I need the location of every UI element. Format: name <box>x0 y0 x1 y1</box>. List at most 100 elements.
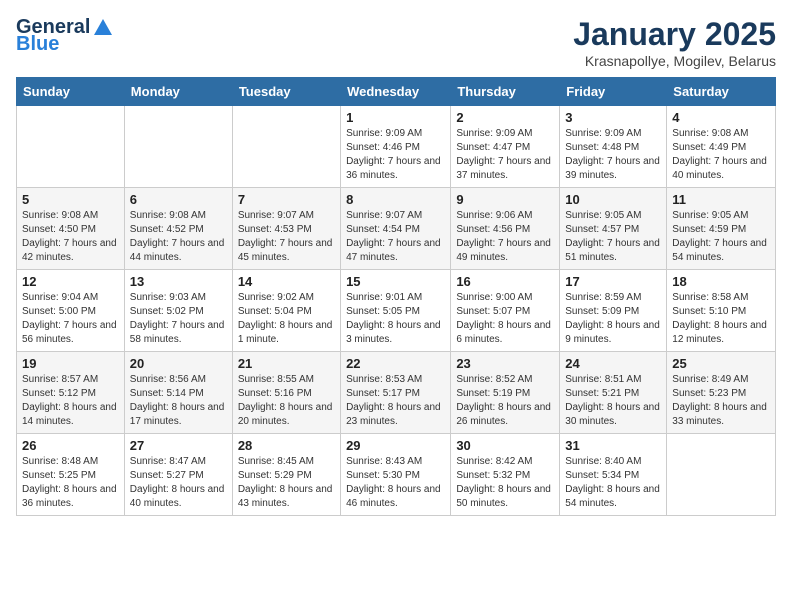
day-info: Sunrise: 8:43 AM Sunset: 5:30 PM Dayligh… <box>346 455 445 511</box>
day-number: 19 <box>22 356 119 371</box>
day-number: 17 <box>565 274 661 289</box>
day-number: 16 <box>456 274 554 289</box>
title-block: January 2025 Krasnapollye, Mogilev, Bela… <box>573 16 776 69</box>
day-number: 25 <box>672 356 770 371</box>
calendar-cell: 19Sunrise: 8:57 AM Sunset: 5:12 PM Dayli… <box>17 352 125 434</box>
day-info: Sunrise: 9:05 AM Sunset: 4:57 PM Dayligh… <box>565 209 661 265</box>
day-number: 27 <box>130 438 227 453</box>
day-number: 22 <box>346 356 445 371</box>
day-number: 1 <box>346 110 445 125</box>
calendar-week-1: 1 Sunrise: 9:09 AM Sunset: 4:46 PM Daylig… <box>17 106 776 188</box>
calendar-cell: 12 Sunrise: 9:04 AM Sunset: 5:00 PM Dayli… <box>17 270 125 352</box>
calendar-cell: 31 Sunrise: 8:40 AM Sunset: 5:34 PM Dayli… <box>560 434 667 516</box>
day-number: 23 <box>456 356 554 371</box>
calendar-cell: 2 Sunrise: 9:09 AM Sunset: 4:47 PM Daylig… <box>451 106 560 188</box>
calendar-cell: 17 Sunrise: 8:59 AM Sunset: 5:09 PM Dayli… <box>560 270 667 352</box>
calendar-cell: 20 Sunrise: 8:56 AM Sunset: 5:14 PM Dayli… <box>124 352 232 434</box>
calendar-cell <box>17 106 125 188</box>
day-info: Sunrise: 8:47 AM Sunset: 5:27 PM Dayligh… <box>130 455 227 511</box>
day-info: Sunrise: 8:55 AM Sunset: 5:16 PM Dayligh… <box>238 373 335 429</box>
calendar-cell <box>667 434 776 516</box>
calendar-cell: 6 Sunrise: 9:08 AM Sunset: 4:52 PM Daylig… <box>124 188 232 270</box>
day-info: Sunrise: 9:01 AM Sunset: 5:05 PM Dayligh… <box>346 291 445 347</box>
day-info: Sunrise: 9:00 AM Sunset: 5:07 PM Dayligh… <box>456 291 554 347</box>
day-number: 3 <box>565 110 661 125</box>
weekday-header-monday: Monday <box>124 78 232 106</box>
calendar-cell: 8Sunrise: 9:07 AM Sunset: 4:54 PM Daylig… <box>341 188 451 270</box>
location: Krasnapollye, Mogilev, Belarus <box>573 53 776 69</box>
calendar-cell: 3 Sunrise: 9:09 AM Sunset: 4:48 PM Daylig… <box>560 106 667 188</box>
day-info: Sunrise: 8:59 AM Sunset: 5:09 PM Dayligh… <box>565 291 661 347</box>
calendar-cell: 28 Sunrise: 8:45 AM Sunset: 5:29 PM Dayli… <box>232 434 340 516</box>
day-info: Sunrise: 9:05 AM Sunset: 4:59 PM Dayligh… <box>672 209 770 265</box>
day-number: 29 <box>346 438 445 453</box>
day-number: 26 <box>22 438 119 453</box>
day-info: Sunrise: 8:45 AM Sunset: 5:29 PM Dayligh… <box>238 455 335 511</box>
day-number: 30 <box>456 438 554 453</box>
weekday-header-tuesday: Tuesday <box>232 78 340 106</box>
day-number: 28 <box>238 438 335 453</box>
calendar-cell: 27 Sunrise: 8:47 AM Sunset: 5:27 PM Dayli… <box>124 434 232 516</box>
day-info: Sunrise: 9:08 AM Sunset: 4:52 PM Dayligh… <box>130 209 227 265</box>
day-info: Sunrise: 8:58 AM Sunset: 5:10 PM Dayligh… <box>672 291 770 347</box>
logo-icon <box>92 17 114 39</box>
calendar-cell: 9Sunrise: 9:06 AM Sunset: 4:56 PM Daylig… <box>451 188 560 270</box>
calendar-week-5: 26 Sunrise: 8:48 AM Sunset: 5:25 PM Dayli… <box>17 434 776 516</box>
day-number: 6 <box>130 192 227 207</box>
weekday-header-wednesday: Wednesday <box>341 78 451 106</box>
day-number: 14 <box>238 274 335 289</box>
calendar-week-4: 19Sunrise: 8:57 AM Sunset: 5:12 PM Dayli… <box>17 352 776 434</box>
day-info: Sunrise: 9:02 AM Sunset: 5:04 PM Dayligh… <box>238 291 335 347</box>
day-info: Sunrise: 8:49 AM Sunset: 5:23 PM Dayligh… <box>672 373 770 429</box>
day-number: 8 <box>346 192 445 207</box>
day-number: 18 <box>672 274 770 289</box>
logo-blue-text: Blue <box>16 33 59 56</box>
day-info: Sunrise: 9:08 AM Sunset: 4:49 PM Dayligh… <box>672 127 770 183</box>
calendar-cell: 30 Sunrise: 8:42 AM Sunset: 5:32 PM Dayli… <box>451 434 560 516</box>
calendar-cell: 24Sunrise: 8:51 AM Sunset: 5:21 PM Dayli… <box>560 352 667 434</box>
weekday-header-row: SundayMondayTuesdayWednesdayThursdayFrid… <box>17 78 776 106</box>
calendar-cell: 11 Sunrise: 9:05 AM Sunset: 4:59 PM Dayli… <box>667 188 776 270</box>
day-number: 20 <box>130 356 227 371</box>
day-info: Sunrise: 8:53 AM Sunset: 5:17 PM Dayligh… <box>346 373 445 429</box>
day-number: 7 <box>238 192 335 207</box>
day-info: Sunrise: 8:42 AM Sunset: 5:32 PM Dayligh… <box>456 455 554 511</box>
calendar-cell: 23Sunrise: 8:52 AM Sunset: 5:19 PM Dayli… <box>451 352 560 434</box>
day-number: 31 <box>565 438 661 453</box>
day-number: 10 <box>565 192 661 207</box>
day-number: 12 <box>22 274 119 289</box>
calendar-cell: 14 Sunrise: 9:02 AM Sunset: 5:04 PM Dayli… <box>232 270 340 352</box>
calendar-cell: 15Sunrise: 9:01 AM Sunset: 5:05 PM Dayli… <box>341 270 451 352</box>
page-header: General Blue January 2025 Krasnapollye, … <box>16 16 776 69</box>
day-info: Sunrise: 9:09 AM Sunset: 4:47 PM Dayligh… <box>456 127 554 183</box>
calendar-cell: 7Sunrise: 9:07 AM Sunset: 4:53 PM Daylig… <box>232 188 340 270</box>
logo: General Blue <box>16 16 114 56</box>
day-number: 2 <box>456 110 554 125</box>
calendar-table: SundayMondayTuesdayWednesdayThursdayFrid… <box>16 77 776 516</box>
day-number: 21 <box>238 356 335 371</box>
calendar-cell: 21 Sunrise: 8:55 AM Sunset: 5:16 PM Dayli… <box>232 352 340 434</box>
day-info: Sunrise: 8:56 AM Sunset: 5:14 PM Dayligh… <box>130 373 227 429</box>
calendar-cell: 5Sunrise: 9:08 AM Sunset: 4:50 PM Daylig… <box>17 188 125 270</box>
day-number: 4 <box>672 110 770 125</box>
month-title: January 2025 <box>573 16 776 53</box>
calendar-cell <box>124 106 232 188</box>
day-info: Sunrise: 9:04 AM Sunset: 5:00 PM Dayligh… <box>22 291 119 347</box>
weekday-header-saturday: Saturday <box>667 78 776 106</box>
day-info: Sunrise: 9:09 AM Sunset: 4:48 PM Dayligh… <box>565 127 661 183</box>
calendar-week-2: 5Sunrise: 9:08 AM Sunset: 4:50 PM Daylig… <box>17 188 776 270</box>
day-info: Sunrise: 9:09 AM Sunset: 4:46 PM Dayligh… <box>346 127 445 183</box>
calendar-cell: 18 Sunrise: 8:58 AM Sunset: 5:10 PM Dayli… <box>667 270 776 352</box>
calendar-cell: 16 Sunrise: 9:00 AM Sunset: 5:07 PM Dayli… <box>451 270 560 352</box>
calendar-cell: 22 Sunrise: 8:53 AM Sunset: 5:17 PM Dayli… <box>341 352 451 434</box>
calendar-cell: 26 Sunrise: 8:48 AM Sunset: 5:25 PM Dayli… <box>17 434 125 516</box>
day-info: Sunrise: 9:06 AM Sunset: 4:56 PM Dayligh… <box>456 209 554 265</box>
day-info: Sunrise: 8:48 AM Sunset: 5:25 PM Dayligh… <box>22 455 119 511</box>
day-info: Sunrise: 8:40 AM Sunset: 5:34 PM Dayligh… <box>565 455 661 511</box>
calendar-cell: 1 Sunrise: 9:09 AM Sunset: 4:46 PM Daylig… <box>341 106 451 188</box>
day-number: 11 <box>672 192 770 207</box>
day-number: 5 <box>22 192 119 207</box>
weekday-header-sunday: Sunday <box>17 78 125 106</box>
day-number: 13 <box>130 274 227 289</box>
calendar-week-3: 12 Sunrise: 9:04 AM Sunset: 5:00 PM Dayli… <box>17 270 776 352</box>
